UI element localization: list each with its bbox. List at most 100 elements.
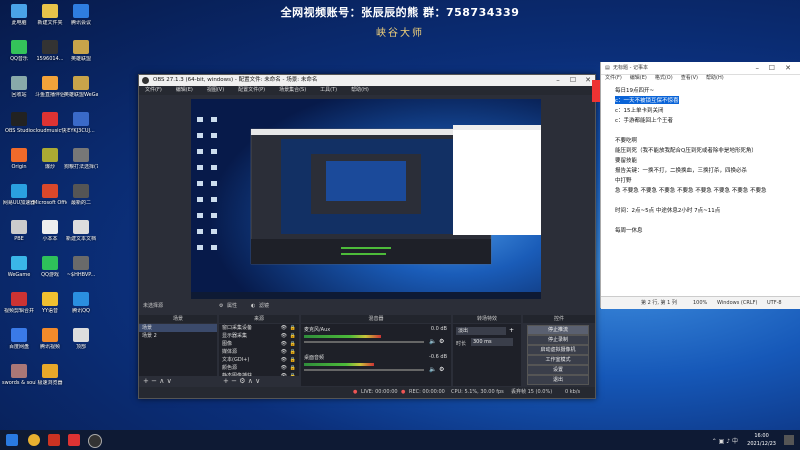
source-item[interactable]: 文本(GDI+) 👁 🔒 xyxy=(219,356,299,364)
lock-icon[interactable]: 🔒 xyxy=(290,340,296,348)
filter-icon[interactable]: ◐ xyxy=(251,301,255,311)
obs-menu-item[interactable]: 文件(F) xyxy=(145,87,162,93)
desktop-icon[interactable]: WeGame xyxy=(2,256,36,278)
gear-icon[interactable]: ⚙ xyxy=(239,377,245,385)
source-item[interactable]: 显示器采集 👁 🔒 xyxy=(219,332,299,340)
obs-menu-item[interactable]: 编辑(E) xyxy=(176,87,193,93)
gear-icon[interactable]: ⚙ xyxy=(439,338,444,345)
desktop-icon[interactable]: 此电脑 xyxy=(2,4,36,26)
source-item[interactable]: 图像 👁 🔒 xyxy=(219,340,299,348)
source-item[interactable]: 静态图像捕获 👁 🔒 xyxy=(219,372,299,376)
lock-icon[interactable]: 🔒 xyxy=(290,372,296,376)
speaker-icon[interactable]: 🔈 xyxy=(429,338,436,345)
volume-slider[interactable] xyxy=(304,341,424,343)
desktop-icon[interactable]: OBS Studio xyxy=(2,112,36,134)
control-button[interactable]: 停止推流 xyxy=(527,325,589,335)
lock-icon[interactable]: 🔒 xyxy=(290,324,296,332)
notepad-menu-item[interactable]: 格式(O) xyxy=(655,75,673,81)
clock[interactable]: 16:00 2021/12/23 xyxy=(747,432,776,448)
desktop-icon[interactable]: 英雄联盟WeGame版 xyxy=(64,76,98,98)
source-item[interactable]: 窗口采集设备 👁 🔒 xyxy=(219,324,299,332)
move-up-icon[interactable]: ∧ xyxy=(248,377,253,385)
obs-taskbar-icon[interactable] xyxy=(88,434,102,448)
obs-menu-item[interactable]: 帮助(H) xyxy=(351,87,369,93)
properties-button[interactable]: 属性 xyxy=(227,301,237,311)
desktop-icon[interactable]: YY语音 xyxy=(33,292,67,314)
maximize-icon[interactable]: ☐ xyxy=(769,62,775,74)
add-icon[interactable]: + xyxy=(509,327,514,334)
desktop-icon[interactable]: 腾讯QQ xyxy=(64,292,98,314)
visibility-eye-icon[interactable]: 👁 xyxy=(281,348,287,356)
remove-icon[interactable]: − xyxy=(151,377,157,385)
lock-icon[interactable]: 🔒 xyxy=(290,356,296,364)
desktop-icon[interactable]: swords & souls ne... xyxy=(2,364,36,386)
desktop-icon[interactable]: QQ游戏 xyxy=(33,256,67,278)
desktop-icon[interactable]: 新建文本文档 xyxy=(64,220,98,242)
transition-select[interactable]: 淡出 xyxy=(456,327,506,335)
obs-menu-item[interactable]: 工具(T) xyxy=(320,87,337,93)
visibility-eye-icon[interactable]: 👁 xyxy=(281,332,287,340)
source-item[interactable]: 媒体源 👁 🔒 xyxy=(219,348,299,356)
obs-window[interactable]: OBS 27.1.3 (64-bit, windows) - 配置文件: 未命名… xyxy=(138,74,596,399)
obs-menu-item[interactable]: 场景集合(S) xyxy=(279,87,306,93)
visibility-eye-icon[interactable]: 👁 xyxy=(281,364,287,372)
desktop-icon[interactable]: 狗粮打法选择(7.12更新) xyxy=(64,148,98,170)
lock-icon[interactable]: 🔒 xyxy=(290,332,296,340)
filters-button[interactable]: 滤镜 xyxy=(259,301,269,311)
add-icon[interactable]: + xyxy=(143,377,149,385)
move-up-icon[interactable]: ∧ xyxy=(159,377,164,385)
visibility-eye-icon[interactable]: 👁 xyxy=(281,324,287,332)
start-windows-icon[interactable] xyxy=(6,434,18,446)
obs-titlebar[interactable]: OBS 27.1.3 (64-bit, windows) - 配置文件: 未命名… xyxy=(139,75,595,86)
remove-icon[interactable]: − xyxy=(231,377,237,385)
visibility-eye-icon[interactable]: 👁 xyxy=(281,340,287,348)
scene-item[interactable]: 场景 2 xyxy=(139,332,217,340)
control-button[interactable]: 启动虚拟摄像机 xyxy=(527,345,589,355)
desktop-icon[interactable]: Microsoft Office xyxy=(33,184,67,206)
desktop-icon[interactable]: 新建文件夹 xyxy=(33,4,67,26)
lock-icon[interactable]: 🔒 xyxy=(290,364,296,372)
notepad-menu-item[interactable]: 文件(F) xyxy=(605,75,622,81)
desktop-icon[interactable]: 极速浏览器 xyxy=(33,364,67,386)
lock-icon[interactable]: 🔒 xyxy=(290,348,296,356)
desktop-icon[interactable]: EYKJ3CUJ... xyxy=(64,112,98,134)
desktop-icon[interactable]: 百度网盘 xyxy=(2,328,36,350)
obs-menu-item[interactable]: 配置文件(P) xyxy=(238,87,265,93)
notification-icon[interactable] xyxy=(784,435,794,445)
notepad-window[interactable]: ▤ 无标题 - 记事本 – ☐ ✕ 文件(F) 编辑(E) 格式(O) 查看(V) 帮助… xyxy=(600,62,800,309)
visibility-eye-icon[interactable]: 👁 xyxy=(281,372,287,376)
desktop-icon[interactable]: 1596014... xyxy=(33,40,67,62)
desktop-icon[interactable]: ~$HHBVP... xyxy=(64,256,98,278)
minimize-icon[interactable]: – xyxy=(756,62,760,74)
desktop-icon[interactable]: 斗鱼直播伴侣 xyxy=(33,76,67,98)
maximize-icon[interactable]: ☐ xyxy=(566,75,580,86)
source-item[interactable]: 颜色源 👁 🔒 xyxy=(219,364,299,372)
desktop-icon[interactable]: 顶部 xyxy=(64,328,98,350)
browser-taskbar-icon[interactable] xyxy=(28,434,40,446)
obs-preview[interactable] xyxy=(191,99,541,299)
control-button[interactable]: 工作室模式 xyxy=(527,355,589,365)
visibility-eye-icon[interactable]: 👁 xyxy=(281,356,287,364)
desktop-icon[interactable]: 视频剪辑合并 xyxy=(2,292,36,314)
desktop-icon[interactable]: 网易UU加速器 xyxy=(2,184,36,206)
desktop-icon[interactable]: 回收站 xyxy=(2,76,36,98)
notepad-menu-item[interactable]: 帮助(H) xyxy=(706,75,724,81)
control-button[interactable]: 停止录制 xyxy=(527,335,589,345)
music-taskbar-icon[interactable] xyxy=(68,434,80,446)
move-down-icon[interactable]: ∨ xyxy=(167,377,172,385)
desktop-icon[interactable]: cloudmusic快捷方式 xyxy=(33,112,67,134)
add-icon[interactable]: + xyxy=(223,377,229,385)
control-button[interactable]: 退出 xyxy=(527,375,589,385)
desktop-icon[interactable]: QQ音乐 xyxy=(2,40,36,62)
app-taskbar-icon[interactable] xyxy=(48,434,60,446)
close-icon[interactable]: ✕ xyxy=(785,62,791,74)
duration-input[interactable]: 300 ms xyxy=(471,338,513,346)
notepad-menu-item[interactable]: 查看(V) xyxy=(681,75,698,81)
tray-icons[interactable]: ⌃ ▣ ♪ 中 xyxy=(712,436,738,445)
desktop-icon[interactable]: 爆炒 xyxy=(33,148,67,170)
desktop-icon[interactable]: 英雄联盟 xyxy=(64,40,98,62)
gear-icon[interactable]: ⚙ xyxy=(219,301,223,311)
speaker-icon[interactable]: 🔈 xyxy=(429,366,436,373)
notepad-menu-item[interactable]: 编辑(E) xyxy=(630,75,647,81)
desktop-icon[interactable]: 腾讯视频 xyxy=(33,328,67,350)
